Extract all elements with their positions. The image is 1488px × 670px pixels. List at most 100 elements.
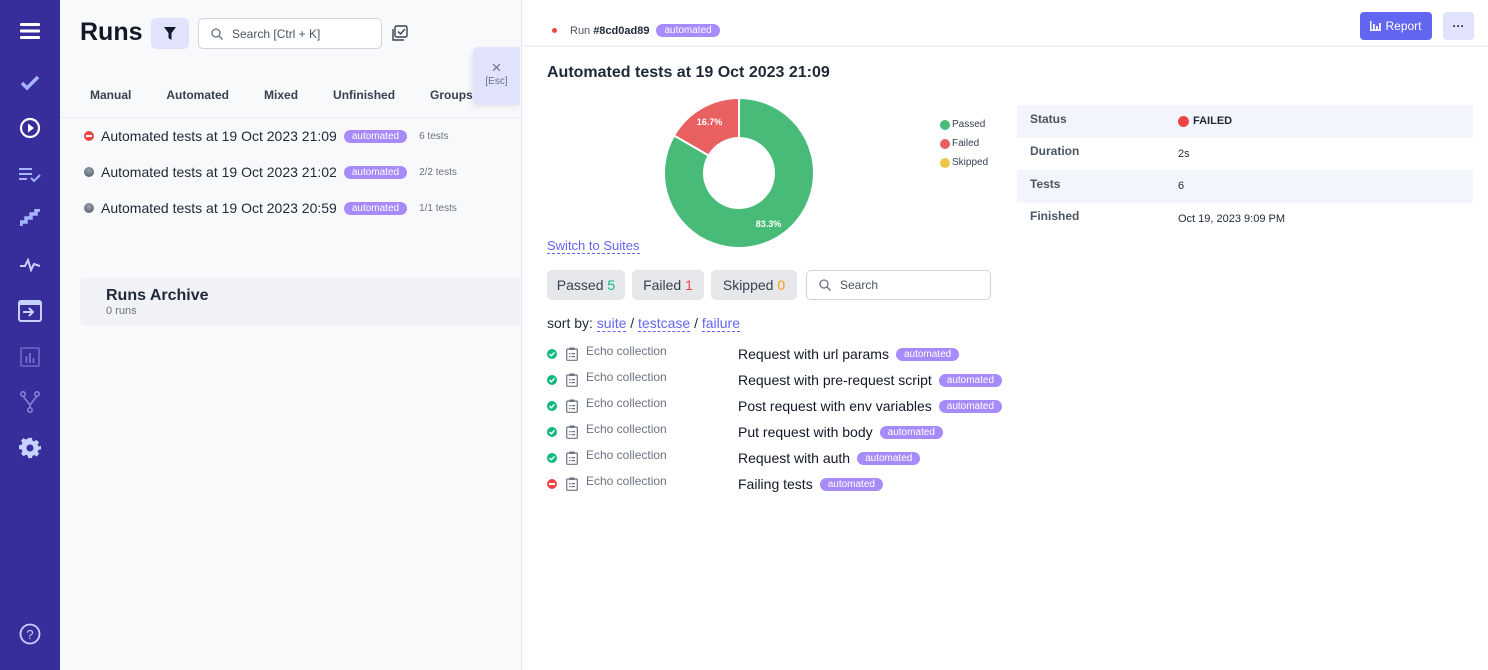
failed-dot-icon [1178, 115, 1189, 127]
chart-legend: Passed Failed Skipped [940, 115, 988, 172]
test-badge: automated [819, 477, 883, 491]
clipboard-icon [566, 373, 578, 387]
more-options-button[interactable]: ··· [1443, 12, 1474, 40]
tabs-divider [60, 117, 520, 118]
run-count: 1/1 tests [419, 202, 457, 214]
page-title: Runs [80, 18, 143, 46]
test-row[interactable]: Echo collection Request with auth automate… [547, 447, 1007, 469]
runs-panel: Runs Search [Ctrl + K] Manual Automated … [60, 0, 520, 670]
info-key: Status [1030, 111, 1067, 126]
run-title: Automated tests at 19 Oct 2023 21:09 [547, 64, 830, 81]
legend-item-skipped[interactable]: Skipped [940, 153, 988, 172]
bar-chart-icon [1370, 21, 1382, 31]
test-badge: automated [879, 425, 943, 439]
info-value: Oct 19, 2023 9:09 PM [1178, 212, 1286, 225]
pulse-icon[interactable] [15, 250, 45, 280]
test-row[interactable]: Echo collection Request with url params au… [547, 343, 1007, 365]
sort-label: sort by: [547, 315, 593, 331]
legend-label: Failed [952, 138, 980, 149]
test-row[interactable]: Echo collection Put request with body auto… [547, 421, 1007, 443]
filter-label: Skipped [722, 277, 774, 293]
info-row-duration: Duration 2s [1017, 138, 1473, 171]
tab-manual[interactable]: Manual [90, 88, 131, 102]
filter-passed-button[interactable]: Passed 5 [547, 270, 625, 300]
run-item[interactable]: Automated tests at 19 Oct 2023 21:02 aut… [84, 164, 457, 180]
run-info-table: Status FAILED Duration 2s Tests 6 Finish… [1017, 105, 1473, 235]
test-row[interactable]: Echo collection Request with pre-request … [547, 369, 1007, 391]
test-name[interactable]: Put request with body [738, 424, 873, 440]
failed-status-icon [84, 131, 94, 141]
test-row[interactable]: Echo collection Post request with env var… [547, 395, 1007, 417]
run-id-value: #8cd0ad89 [593, 24, 650, 37]
run-badge: automated [343, 165, 408, 179]
switch-to-suites-link[interactable]: Switch to Suites [547, 238, 640, 254]
close-panel-button[interactable]: × [Esc] [473, 47, 520, 105]
sort-by-testcase[interactable]: testcase [638, 315, 691, 332]
steps-icon[interactable] [15, 203, 45, 233]
runs-archive[interactable]: Runs Archive 0 runs [80, 278, 520, 326]
filter-button[interactable] [151, 18, 189, 49]
run-count: 2/2 tests [419, 166, 457, 178]
filter-skipped-button[interactable]: Skipped 0 [711, 270, 797, 300]
info-value: 2s [1178, 147, 1190, 160]
clipboard-icon [566, 477, 578, 491]
test-name[interactable]: Post request with env variables [738, 398, 932, 414]
filter-count: 5 [607, 277, 616, 293]
archive-count: 0 runs [106, 305, 137, 317]
close-icon: × [491, 58, 502, 77]
gear-icon[interactable] [15, 433, 45, 463]
info-row-finished: Finished Oct 19, 2023 9:09 PM [1017, 203, 1473, 236]
status-donut-chart: 83.3% 16.7% [663, 97, 815, 249]
run-item[interactable]: Automated tests at 19 Oct 2023 21:09 aut… [84, 128, 449, 144]
close-shortcut-label: [Esc] [485, 76, 508, 87]
test-suite: Echo collection [586, 422, 667, 436]
neutral-status-icon [84, 203, 94, 213]
test-name[interactable]: Request with auth [738, 450, 850, 466]
check-icon[interactable] [15, 68, 45, 98]
sort-by-suite[interactable]: suite [596, 315, 627, 332]
test-name[interactable]: Failing tests [738, 476, 813, 492]
status-badge: FAILED [1178, 115, 1232, 127]
search-icon [211, 27, 223, 40]
passed-icon [547, 375, 557, 385]
tab-unfinished[interactable]: Unfinished [333, 88, 395, 102]
branch-icon[interactable] [15, 387, 45, 417]
import-icon[interactable] [15, 296, 45, 326]
bulk-select-icon[interactable] [392, 25, 408, 46]
run-badge: automated [343, 201, 408, 215]
tab-groups[interactable]: Groups [430, 88, 473, 102]
info-key: Tests [1030, 176, 1061, 191]
clipboard-icon [566, 425, 578, 439]
sort-by-failure[interactable]: failure [701, 315, 740, 332]
list-check-icon[interactable] [15, 160, 45, 190]
chart-icon[interactable] [15, 342, 45, 372]
filter-failed-button[interactable]: Failed 1 [632, 270, 704, 300]
test-suite: Echo collection [586, 474, 667, 488]
legend-label: Passed [952, 119, 986, 130]
test-name[interactable]: Request with url params [738, 346, 889, 362]
runs-search-input[interactable]: Search [Ctrl + K] [198, 18, 382, 49]
test-badge: automated [857, 451, 921, 465]
legend-label: Skipped [952, 157, 989, 168]
run-count: 6 tests [419, 130, 449, 142]
search-icon [819, 279, 831, 291]
play-circle-icon[interactable] [15, 113, 45, 143]
legend-item-failed[interactable]: Failed [940, 134, 988, 153]
tab-mixed[interactable]: Mixed [264, 88, 298, 102]
menu-icon[interactable] [15, 16, 45, 46]
test-name[interactable]: Request with pre-request script [738, 372, 932, 388]
report-button[interactable]: Report [1360, 12, 1432, 40]
help-icon[interactable]: ? [15, 619, 45, 649]
info-key: Duration [1030, 144, 1080, 159]
tab-automated[interactable]: Automated [166, 88, 229, 102]
legend-item-passed[interactable]: Passed [940, 115, 988, 134]
run-item[interactable]: Automated tests at 19 Oct 2023 20:59 aut… [84, 200, 457, 216]
test-suite: Echo collection [586, 370, 667, 384]
info-row-tests: Tests 6 [1017, 170, 1473, 203]
report-label: Report [1385, 19, 1422, 33]
test-row[interactable]: Echo collection Failing tests automated [547, 473, 1007, 495]
filter-label: Passed [556, 277, 604, 293]
svg-text:?: ? [26, 627, 33, 642]
run-title: Automated tests at 19 Oct 2023 20:59 [101, 200, 337, 216]
tests-search-input[interactable]: Search [806, 270, 991, 300]
